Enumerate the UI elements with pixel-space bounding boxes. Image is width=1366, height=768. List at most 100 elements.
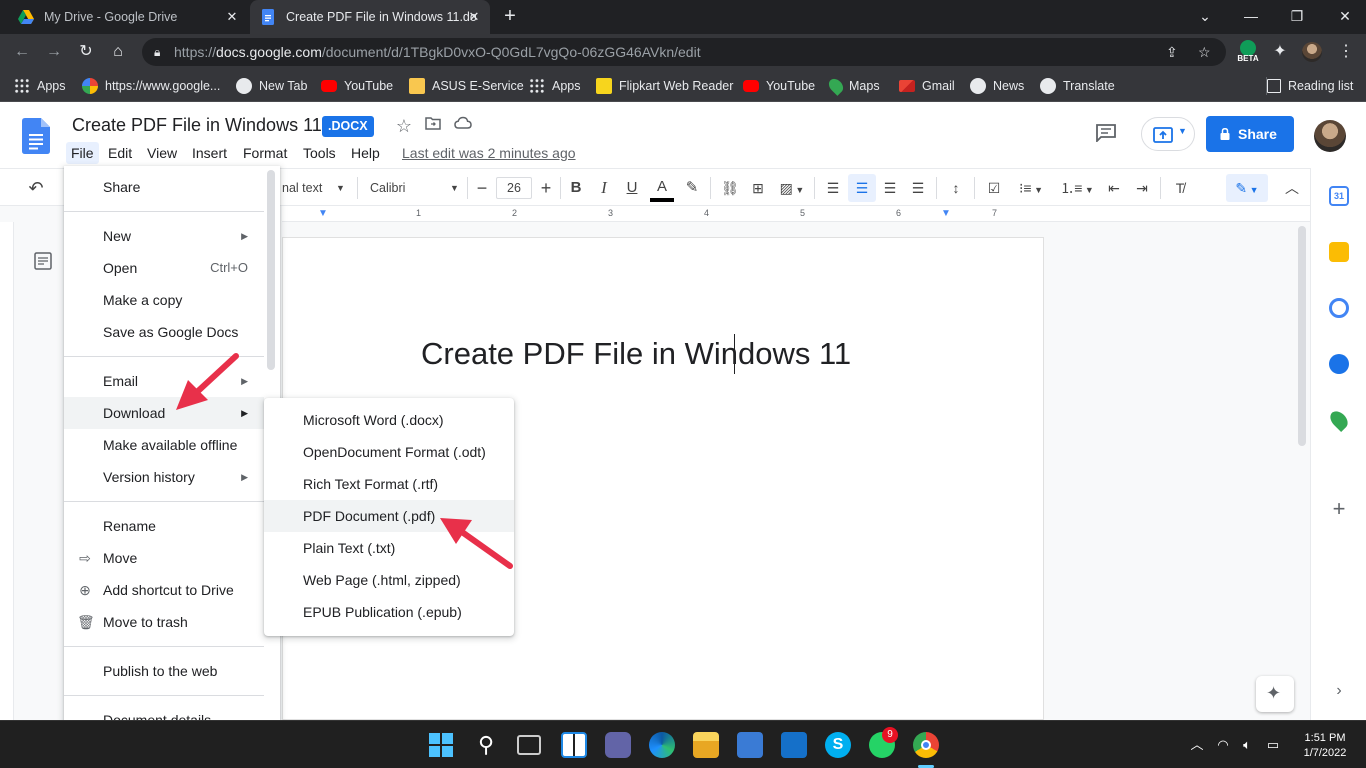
forward-icon[interactable]: →: [44, 42, 64, 62]
present-button[interactable]: ▼: [1141, 117, 1195, 151]
whatsapp-icon[interactable]: 9: [869, 727, 898, 758]
document-scrollbar[interactable]: [1298, 226, 1306, 446]
download-odt[interactable]: OpenDocument Format (.odt): [264, 436, 514, 468]
font-size-input[interactable]: 26: [496, 177, 532, 199]
bookmark-asus[interactable]: ASUS E-Service: [409, 77, 524, 95]
mail-icon[interactable]: [781, 732, 807, 758]
search-icon[interactable]: ⚲: [473, 732, 499, 758]
download-docx[interactable]: Microsoft Word (.docx): [264, 404, 514, 436]
menu-item-download[interactable]: Download ▶: [64, 397, 264, 429]
decrease-font-size-button[interactable]: −: [474, 178, 490, 198]
battery-icon[interactable]: ▭: [1264, 736, 1282, 754]
wifi-icon[interactable]: ◠: [1214, 736, 1232, 754]
menu-item-publish[interactable]: Publish to the web: [64, 655, 264, 687]
download-html[interactable]: Web Page (.html, zipped): [264, 564, 514, 596]
share-page-icon[interactable]: ⇪: [1166, 38, 1178, 66]
increase-indent-icon[interactable]: ⇥: [1132, 178, 1152, 198]
font-dropdown[interactable]: Calibri ▼: [370, 178, 462, 198]
tab-my-drive[interactable]: My Drive - Google Drive ✕: [8, 0, 248, 34]
expand-panel-icon[interactable]: ›: [1329, 682, 1349, 700]
comments-icon[interactable]: [1096, 124, 1116, 144]
close-tab-icon[interactable]: ✕: [224, 9, 240, 25]
file-explorer-icon[interactable]: [693, 732, 719, 758]
download-txt[interactable]: Plain Text (.txt): [264, 532, 514, 564]
tab-search-icon[interactable]: ⌄: [1194, 6, 1216, 26]
taskbar-clock[interactable]: 1:51 PM 1/7/2022: [1290, 731, 1360, 761]
maps-icon[interactable]: [1326, 407, 1352, 433]
tab-create-pdf[interactable]: Create PDF File in Windows 11.docx ✕: [250, 0, 490, 34]
maximize-button[interactable]: ❐: [1286, 6, 1308, 26]
align-center-icon[interactable]: ☰: [848, 174, 876, 202]
bookmark-maps[interactable]: Maps: [826, 76, 880, 96]
task-view-icon[interactable]: [517, 735, 541, 755]
share-button[interactable]: Share: [1206, 116, 1294, 152]
bookmark-apps-2[interactable]: Apps: [529, 77, 581, 95]
tray-overflow-icon[interactable]: ︿: [1188, 736, 1206, 754]
download-epub[interactable]: EPUB Publication (.epub): [264, 596, 514, 628]
reading-list[interactable]: Reading list: [1266, 77, 1353, 95]
line-spacing-icon[interactable]: ↕: [946, 178, 966, 198]
collapse-menus-icon[interactable]: ︿: [1282, 178, 1302, 198]
contacts-icon[interactable]: [1329, 354, 1349, 374]
increase-font-size-button[interactable]: +: [538, 178, 554, 198]
bookmark-youtube[interactable]: YouTube: [321, 77, 393, 95]
menu-item-version-history[interactable]: Version history ▶: [64, 461, 264, 493]
add-addon-icon[interactable]: +: [1329, 496, 1349, 522]
menu-item-share[interactable]: Share: [64, 171, 264, 203]
document-title[interactable]: Create PDF File in Windows 11: [72, 115, 322, 136]
menu-edit[interactable]: Edit: [103, 142, 137, 164]
align-right-icon[interactable]: ☰: [880, 178, 900, 198]
bookmark-flipkart[interactable]: Flipkart Web Reader: [596, 77, 733, 95]
paragraph-style-dropdown[interactable]: nal text ▼: [282, 178, 352, 198]
highlight-color-icon[interactable]: ✎: [682, 178, 702, 198]
bookmark-gmail[interactable]: Gmail: [899, 77, 955, 95]
teams-icon[interactable]: [605, 732, 631, 758]
microsoft-store-icon[interactable]: [737, 732, 763, 758]
menu-item-open[interactable]: Open Ctrl+O: [64, 252, 264, 284]
editing-mode-dropdown[interactable]: ✎ ▼: [1226, 174, 1268, 202]
decrease-indent-icon[interactable]: ⇤: [1104, 178, 1124, 198]
calendar-icon[interactable]: 31: [1329, 186, 1349, 206]
bold-icon[interactable]: B: [566, 178, 586, 198]
align-left-icon[interactable]: ☰: [823, 178, 843, 198]
bookmark-translate[interactable]: Translate: [1040, 77, 1115, 95]
browser-menu-icon[interactable]: ⋮: [1336, 42, 1356, 62]
menu-item-rename[interactable]: Rename: [64, 510, 264, 542]
document-outline-icon[interactable]: [34, 252, 52, 270]
edge-icon[interactable]: [649, 732, 675, 758]
minimize-button[interactable]: —: [1240, 6, 1262, 26]
text-color-icon[interactable]: A: [650, 178, 674, 202]
move-folder-icon[interactable]: [423, 116, 443, 136]
add-comment-icon[interactable]: ⊞: [748, 178, 768, 198]
volume-icon[interactable]: 🔈︎: [1238, 736, 1256, 754]
menu-item-email[interactable]: Email ▶: [64, 365, 264, 397]
bookmark-google[interactable]: https://www.google...: [82, 77, 220, 95]
profile-avatar[interactable]: [1302, 42, 1322, 62]
address-bar[interactable]: 🔒︎ https://docs.google.com/document/d/1T…: [142, 38, 1226, 66]
menu-item-trash[interactable]: 🗑︎ Move to trash: [64, 606, 264, 638]
reload-icon[interactable]: ↻: [76, 42, 96, 62]
start-icon[interactable]: [428, 732, 454, 758]
menu-scrollbar[interactable]: [267, 170, 275, 370]
undo-icon[interactable]: ↶: [26, 178, 46, 198]
clear-formatting-icon[interactable]: T̸: [1170, 178, 1190, 198]
menu-item-save-as-docs[interactable]: Save as Google Docs: [64, 316, 264, 348]
widgets-icon[interactable]: [561, 732, 587, 758]
menu-item-make-copy[interactable]: Make a copy: [64, 284, 264, 316]
home-icon[interactable]: ⌂: [108, 42, 128, 62]
bookmark-news[interactable]: News: [970, 77, 1024, 95]
bookmark-youtube-2[interactable]: YouTube: [743, 77, 815, 95]
chrome-icon[interactable]: [913, 732, 939, 758]
justify-icon[interactable]: ☰: [908, 178, 928, 198]
star-icon[interactable]: ☆: [394, 116, 414, 136]
beta-extension-icon[interactable]: BETA: [1236, 40, 1260, 64]
menu-item-add-shortcut[interactable]: ⊕ Add shortcut to Drive: [64, 574, 264, 606]
skype-icon[interactable]: S: [825, 732, 851, 758]
menu-item-offline[interactable]: Make available offline: [64, 429, 264, 461]
document-body-text[interactable]: Create PDF File in Windows 11: [421, 336, 851, 372]
menu-item-new[interactable]: New ▶: [64, 220, 264, 252]
insert-image-icon[interactable]: ▨ ▼: [776, 178, 808, 198]
extensions-puzzle-icon[interactable]: ✦: [1270, 42, 1290, 62]
tasks-icon[interactable]: [1329, 298, 1349, 318]
menu-tools[interactable]: Tools: [298, 142, 341, 164]
